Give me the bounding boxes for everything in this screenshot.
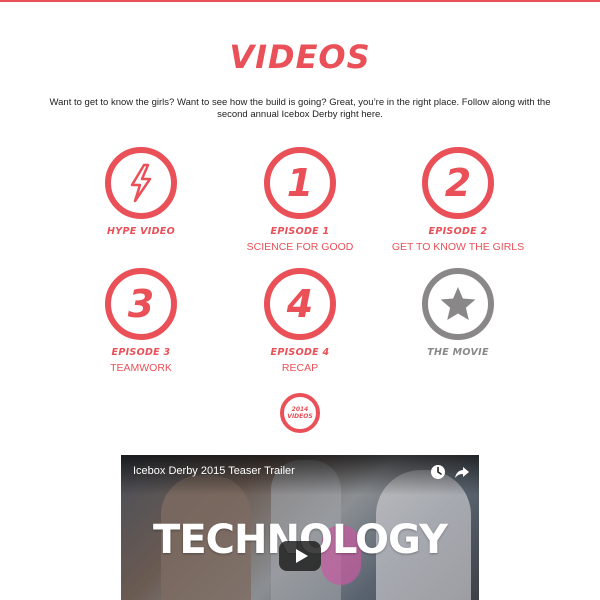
video-kicker[interactable]: EPISODE 3 [66,347,216,358]
video-kicker[interactable]: EPISODE 4 [225,347,375,358]
video-player[interactable]: Icebox Derby 2015 Teaser Trailer TECHNOL… [121,455,479,600]
episode-1-circle[interactable]: 1 [264,147,336,219]
video-tile-the-movie[interactable]: THE MOVIE [383,268,533,358]
episode-4-circle[interactable]: 4 [264,268,336,340]
video-kicker[interactable]: THE MOVIE [383,347,533,358]
episode-2-circle[interactable]: 2 [422,147,494,219]
share-icon[interactable] [453,463,471,481]
play-icon[interactable] [279,541,321,571]
hype-circle[interactable] [105,147,177,219]
number-3-icon: 3 [127,282,155,326]
video-subtitle[interactable]: SCIENCE FOR GOOD [225,241,375,253]
video-tile-episode-2[interactable]: 2 EPISODE 2 GET TO KNOW THE GIRLS [383,147,533,253]
the-movie-circle[interactable] [422,268,494,340]
number-1-icon: 1 [286,161,314,205]
clock-icon[interactable] [429,463,447,481]
video-tile-episode-4[interactable]: 4 EPISODE 4 RECAP [225,268,375,374]
video-subtitle[interactable]: TEAMWORK [66,362,216,374]
video-title-link[interactable]: Icebox Derby 2015 Teaser Trailer [133,465,295,477]
intro-text: Want to get to know the girls? Want to s… [49,97,551,120]
star-icon [440,287,476,320]
top-divider [0,0,600,2]
video-tile-episode-1[interactable]: 1 EPISODE 1 SCIENCE FOR GOOD [225,147,375,253]
video-kicker[interactable]: EPISODE 2 [383,226,533,237]
number-4-icon: 4 [286,282,314,326]
video-subtitle[interactable]: RECAP [225,362,375,374]
video-tile-episode-3[interactable]: 3 EPISODE 3 TEAMWORK [66,268,216,374]
video-tile-hype[interactable]: HYPE VIDEO [66,147,216,237]
videos-2014-badge[interactable]: 2014 VIDEOS [280,393,320,433]
badge-year: 2014 [291,406,309,413]
episode-3-circle[interactable]: 3 [105,268,177,340]
page-title: VIDEOS [229,38,371,76]
lightning-bolt-icon [130,163,152,203]
video-kicker[interactable]: HYPE VIDEO [66,226,216,237]
badge-label: VIDEOS [287,413,313,420]
number-2-icon: 2 [444,161,472,205]
video-kicker[interactable]: EPISODE 1 [225,226,375,237]
video-subtitle[interactable]: GET TO KNOW THE GIRLS [383,241,533,253]
